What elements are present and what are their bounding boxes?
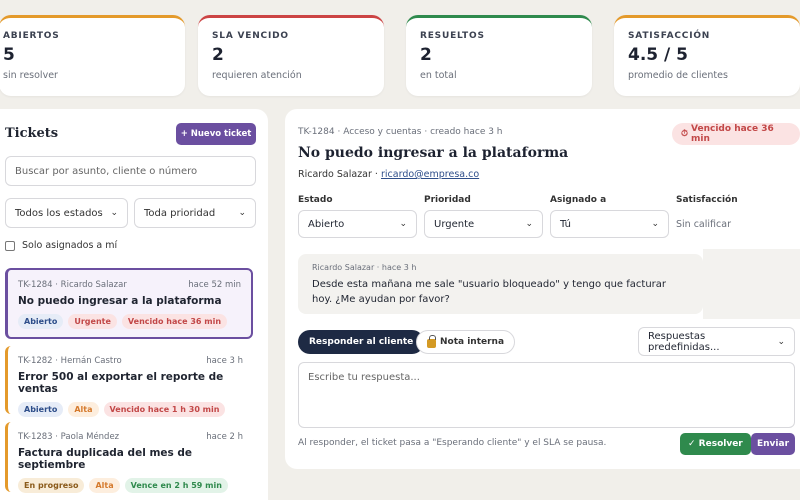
ticket-list-panel: Tickets + Nuevo ticket Todos los estados… [0,109,268,500]
stat-sub: sin resolver [3,70,58,81]
stat-value: 2 [212,45,224,65]
message-area-bg [703,249,800,319]
client-email-link[interactable]: ricardo@empresa.co [381,169,479,180]
ticket-time: hace 3 h [206,356,243,366]
priority-select-value: Urgente [434,218,475,230]
client-name: Ricardo Salazar · [298,169,381,180]
reply-textarea[interactable] [298,362,795,428]
stat-sub: promedio de clientes [628,70,728,81]
chevron-down-icon: ⌄ [651,219,659,229]
resolve-button[interactable]: ✓ Resolver [680,433,751,455]
status-label: Estado [298,195,333,205]
stat-value: 4.5 / 5 [628,45,688,65]
ticket-card[interactable]: TK-1284 · Ricardo Salazar hace 52 min No … [5,268,253,339]
assigned-label: Asignado a [550,195,607,205]
chevron-down-icon: ⌄ [777,336,785,347]
stat-label: ABIERTOS [3,31,60,41]
priority-badge: Alta [68,402,99,417]
customer-message: Ricardo Salazar · hace 3 h Desde esta ma… [298,254,703,314]
priority-select[interactable]: Urgente ⌄ [424,210,543,238]
stat-label: SATISFACCIÓN [628,31,711,41]
chevron-down-icon: ⌄ [238,208,246,218]
assigned-select-value: Tú [560,218,571,230]
tickets-title: Tickets [5,126,59,141]
status-select-value: Abierto [308,218,345,230]
stat-sub: en total [420,70,457,81]
canned-responses-select[interactable]: Respuestas predefinidas... ⌄ [638,327,795,356]
ticket-time: hace 2 h [206,432,243,442]
priority-badge: Urgente [68,314,117,329]
ticket-subject: No puedo ingresar a la plataforma [18,295,222,307]
search-input[interactable] [5,156,256,186]
stat-card-open: ABIERTOS 5 sin resolver [0,15,185,96]
reply-footer-note: Al responder, el ticket pasa a "Esperand… [298,438,607,448]
stat-card-resolved: RESUELTOS 2 en total [406,15,592,96]
checkbox-box[interactable] [5,240,15,251]
reply-to-client-button[interactable]: Responder al cliente [298,330,425,354]
internal-note-label: Nota interna [440,337,505,347]
ticket-title: No puedo ingresar a la plataforma [298,145,569,161]
status-filter-select[interactable]: Todos los estados ⌄ [5,198,128,228]
stat-label: RESUELTOS [420,31,485,41]
timer-icon: ⏱ [681,129,689,139]
new-ticket-button[interactable]: + Nuevo ticket [176,123,256,145]
message-meta: Ricardo Salazar · hace 3 h [312,263,417,272]
lock-icon [427,334,436,348]
ticket-detail-panel: TK-1284 · Acceso y cuentas · creado hace… [285,109,800,469]
ticket-card[interactable]: TK-1282 · Hernán Castro hace 3 h Error 50… [5,346,253,417]
status-filter-value: Todos los estados [15,207,103,219]
priority-filter-value: Toda prioridad [144,207,216,219]
ticket-subject: Factura duplicada del mes de septiembre [18,447,193,471]
sla-status-badge: ⏱ Vencido hace 36 min [672,123,800,145]
sla-badge: Vencido hace 36 min [121,314,228,329]
stat-label: SLA VENCIDO [212,31,289,41]
ticket-id-client: TK-1282 · Hernán Castro [18,356,122,366]
canned-responses-value: Respuestas predefinidas... [648,330,720,353]
priority-filter-select[interactable]: Toda prioridad ⌄ [134,198,256,228]
assigned-select[interactable]: Tú ⌄ [550,210,669,238]
ticket-meta: TK-1284 · Acceso y cuentas · creado hace… [298,127,503,137]
sla-badge: Vencido hace 1 h 30 min [103,402,226,417]
client-info: Ricardo Salazar · ricardo@empresa.co [298,169,479,180]
stat-sub: requieren atención [212,70,302,81]
stat-value: 2 [420,45,432,65]
chevron-down-icon: ⌄ [399,219,407,229]
internal-note-button[interactable]: Nota interna [416,330,516,354]
status-select[interactable]: Abierto ⌄ [298,210,417,238]
message-text: Desde esta mañana me sale "usuario bloqu… [312,279,667,305]
satisfaction-label: Satisfacción [676,195,738,205]
priority-badge: Alta [89,478,120,493]
send-button[interactable]: Enviar [751,433,795,455]
only-assigned-checkbox[interactable]: Solo asignados a mí [5,240,117,251]
stat-value: 5 [3,45,15,65]
ticket-subject: Error 500 al exportar el reporte de vent… [18,371,224,395]
chevron-down-icon: ⌄ [110,208,118,218]
sla-status-text: Vencido hace 36 min [691,124,774,144]
only-assigned-label: Solo asignados a mí [22,240,118,251]
stat-card-sla: SLA VENCIDO 2 requieren atención [198,15,384,96]
status-badge: Abierto [18,402,64,417]
sla-badge: Vence en 2 h 59 min [124,478,228,493]
chevron-down-icon: ⌄ [525,219,533,229]
ticket-time: hace 52 min [188,280,241,290]
ticket-card[interactable]: TK-1283 · Paola Méndez hace 2 h Factura d… [5,422,253,493]
priority-label: Prioridad [424,195,471,205]
ticket-id-client: TK-1283 · Paola Méndez [18,432,120,442]
satisfaction-value: Sin calificar [676,219,731,230]
status-badge: En progreso [18,478,85,493]
stat-card-satisfaction: SATISFACCIÓN 4.5 / 5 promedio de cliente… [614,15,800,96]
status-badge: Abierto [18,314,64,329]
ticket-id-client: TK-1284 · Ricardo Salazar [18,280,127,290]
